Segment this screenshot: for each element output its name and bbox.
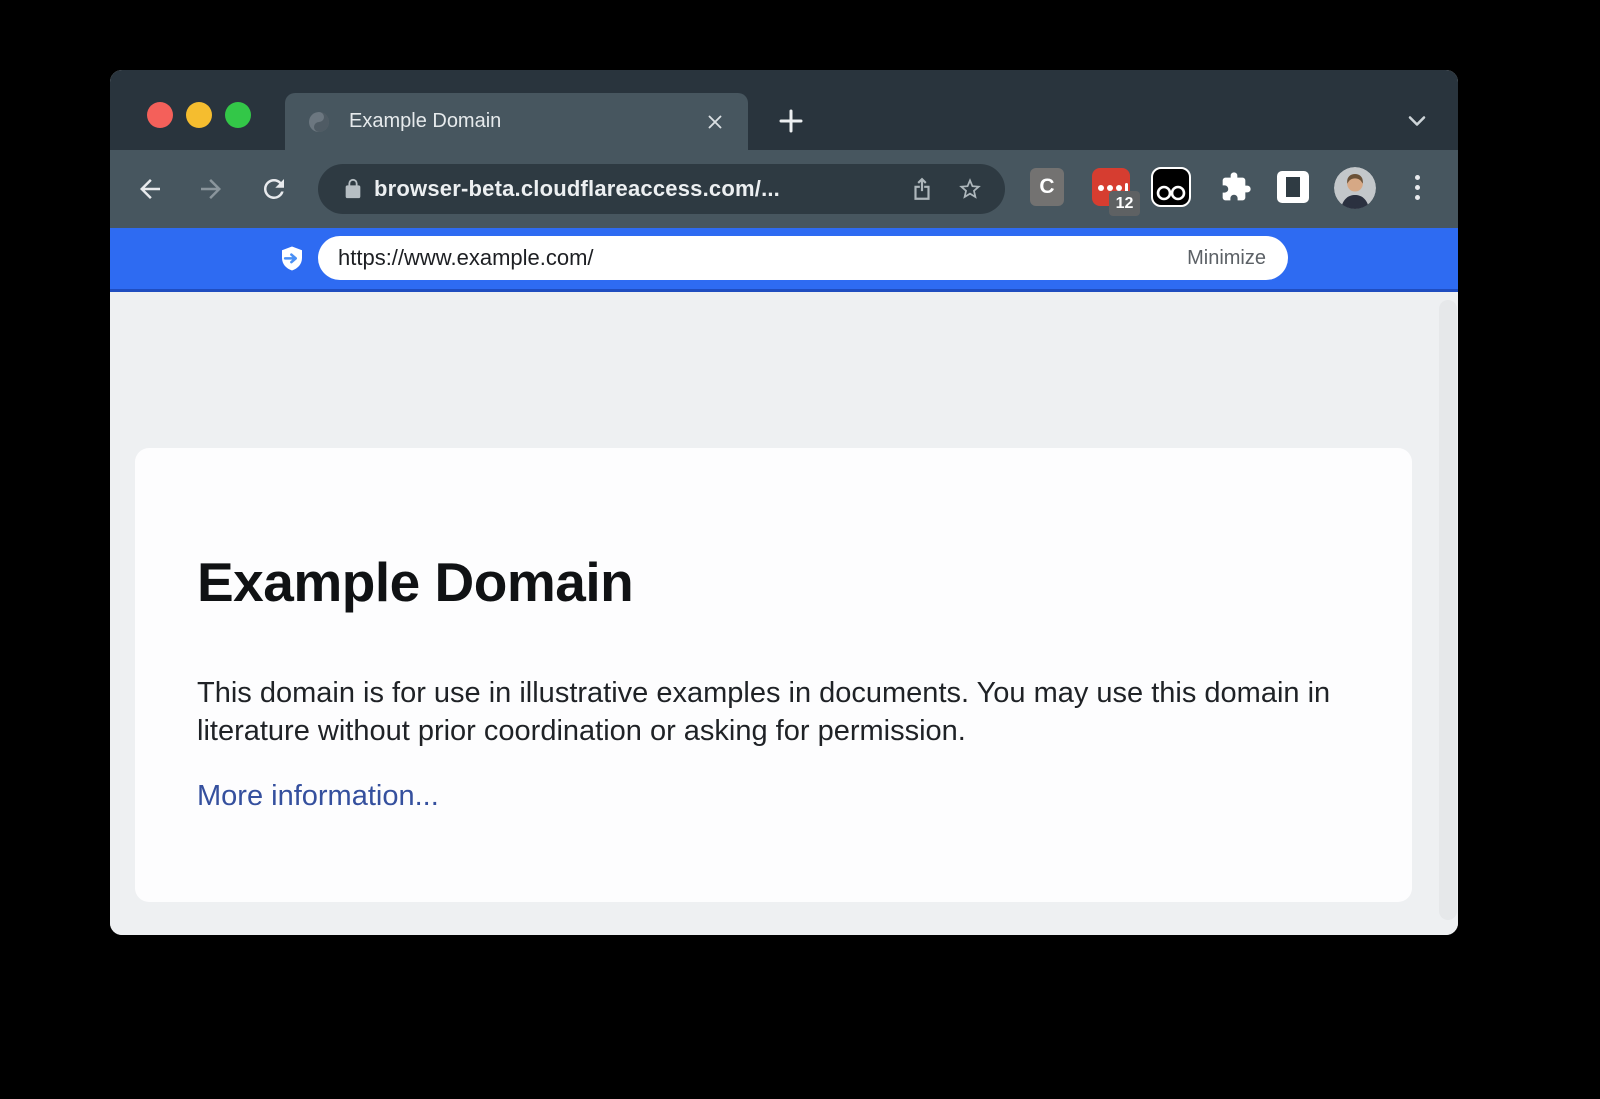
address-bar[interactable]: browser-beta.cloudflareaccess.com/... (318, 164, 1005, 214)
tab-close-icon[interactable] (704, 111, 726, 133)
circles-icon (1153, 169, 1189, 205)
page-scrollbar[interactable] (1439, 300, 1457, 920)
browser-menu-button[interactable] (1401, 169, 1433, 205)
share-icon[interactable] (909, 176, 935, 202)
more-information-link[interactable]: More information... (197, 780, 439, 813)
globe-icon (307, 110, 331, 134)
extension-c-label: C (1039, 175, 1054, 199)
new-tab-button[interactable] (773, 103, 809, 139)
profile-avatar[interactable] (1334, 167, 1376, 209)
lock-icon (342, 178, 364, 200)
isolation-address-pill: Minimize (318, 236, 1288, 280)
forward-button[interactable] (196, 174, 226, 204)
extensions-button[interactable] (1218, 169, 1254, 205)
isolation-url-bar: Minimize (110, 228, 1458, 292)
tab-search-button[interactable] (1399, 103, 1435, 139)
back-button[interactable] (135, 174, 165, 204)
tab-example-domain[interactable]: Example Domain (285, 93, 748, 150)
zoom-window-button[interactable] (225, 102, 251, 128)
shield-arrow-icon (277, 244, 307, 274)
puzzle-icon (1220, 171, 1252, 203)
example-domain-card: Example Domain This domain is for use in… (135, 448, 1412, 902)
minimize-window-button[interactable] (186, 102, 212, 128)
tab-title: Example Domain (349, 110, 704, 133)
extension-badge: 12 (1109, 191, 1140, 216)
avatar-photo (1334, 167, 1376, 209)
tab-strip: Example Domain (110, 70, 1458, 150)
traffic-lights (147, 102, 251, 128)
page-title: Example Domain (197, 550, 1342, 614)
plus-icon (776, 106, 806, 136)
black-circles-extension-button[interactable] (1151, 167, 1191, 207)
reload-button[interactable] (259, 174, 289, 204)
page-viewport: Example Domain This domain is for use in… (110, 292, 1458, 935)
bookmark-star-icon[interactable] (957, 176, 983, 202)
side-panel-icon (1286, 177, 1300, 197)
extension-c-button[interactable]: C (1030, 168, 1064, 206)
side-panel-button[interactable] (1277, 171, 1309, 203)
close-window-button[interactable] (147, 102, 173, 128)
chevron-down-icon (1403, 107, 1431, 135)
kebab-icon (1415, 175, 1420, 180)
address-bar-url: browser-beta.cloudflareaccess.com/... (374, 176, 909, 202)
isolation-url-input[interactable] (338, 245, 1187, 271)
password-manager-extension-button[interactable]: 12 (1092, 168, 1130, 206)
page-body-text: This domain is for use in illustrative e… (197, 674, 1342, 750)
browser-toolbar: browser-beta.cloudflareaccess.com/... C … (110, 150, 1458, 228)
browser-window: Example Domain (110, 70, 1458, 935)
minimize-bar-button[interactable]: Minimize (1187, 247, 1266, 270)
